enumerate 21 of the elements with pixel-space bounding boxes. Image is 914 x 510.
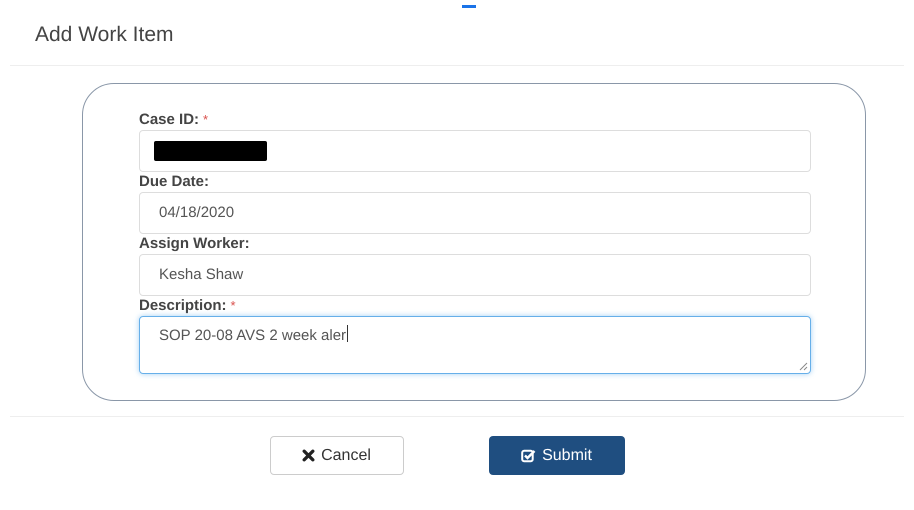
input-field[interactable]: 04/18/2020 xyxy=(139,192,811,234)
text-cursor xyxy=(347,325,348,342)
input-field[interactable]: Kesha Shaw xyxy=(139,254,811,296)
field-value: SOP 20-08 AVS 2 week aler xyxy=(159,326,346,346)
field-label: Due Date: xyxy=(139,172,210,192)
required-mark: * xyxy=(203,111,208,130)
checkbox-check-icon xyxy=(521,448,536,462)
required-mark: * xyxy=(230,297,236,316)
field-value: 04/18/2020 xyxy=(159,202,234,223)
field-label: Case ID: xyxy=(139,110,200,130)
close-icon xyxy=(302,449,316,462)
field-label: Assign Worker: xyxy=(139,234,250,254)
submit-button[interactable]: Submit xyxy=(488,436,624,475)
cancel-button[interactable]: Cancel xyxy=(270,436,404,475)
input-field[interactable] xyxy=(139,130,811,172)
description-field[interactable]: SOP 20-08 AVS 2 week aler xyxy=(139,316,811,374)
dialog-title: Add Work Item xyxy=(35,22,174,48)
resize-grip-icon xyxy=(799,362,808,371)
tab-marker xyxy=(462,5,476,8)
field-label: Description: xyxy=(139,296,227,316)
field-value: Kesha Shaw xyxy=(159,264,244,285)
